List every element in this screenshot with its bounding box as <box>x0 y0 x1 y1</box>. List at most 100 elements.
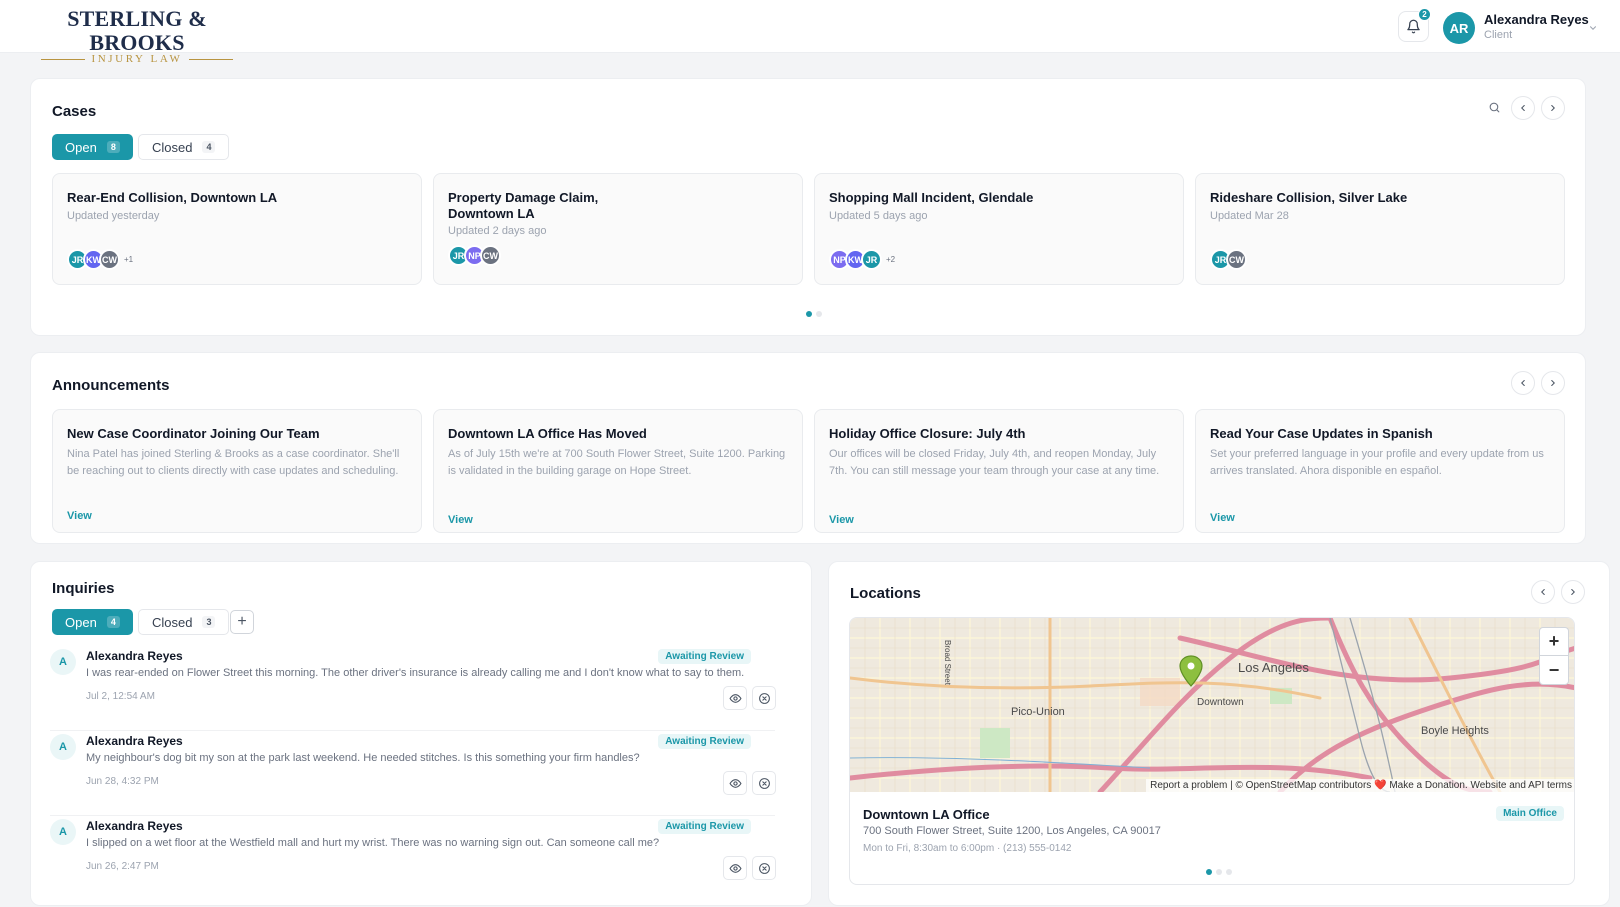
map-label-street: Broad Street <box>943 640 952 685</box>
close-circle-icon <box>758 692 770 704</box>
user-avatar[interactable]: AR <box>1443 12 1475 44</box>
pagination-dot[interactable] <box>816 311 822 317</box>
pagination-dot[interactable] <box>1216 869 1222 875</box>
close-circle-icon <box>758 862 770 874</box>
announcement-view-link[interactable]: View <box>67 510 92 522</box>
announcement-body: Nina Patel has joined Sterling & Brooks … <box>67 448 400 477</box>
logo-tagline: INJURY LAW <box>24 53 250 65</box>
announcements-title: Announcements <box>52 377 170 394</box>
tab-count: 4 <box>202 141 216 153</box>
cases-next-button[interactable] <box>1541 96 1565 120</box>
map-zoom-controls: + − <box>1539 627 1569 685</box>
inquiry-message: I was rear-ended on Flower Street this m… <box>86 667 745 679</box>
tab-label: Closed <box>152 614 193 630</box>
office-hours: Mon to Fri, 8:30am to 6:00pm · (213) 555… <box>863 843 1072 854</box>
announcements-prev-button[interactable] <box>1511 371 1535 395</box>
tab-open-cases[interactable]: Open 8 <box>52 134 133 160</box>
inquiry-item[interactable]: A Alexandra Reyes Awaiting Review My nei… <box>50 734 776 816</box>
announcement-title: Downtown LA Office Has Moved <box>448 426 647 441</box>
inquiry-item[interactable]: A Alexandra Reyes Awaiting Review I slip… <box>50 819 776 901</box>
case-card[interactable]: Property Damage Claim, Downtown LA Updat… <box>433 173 803 285</box>
user-name[interactable]: Alexandra Reyes <box>1484 12 1589 27</box>
avatar: CW <box>480 245 501 266</box>
announcement-view-link[interactable]: View <box>448 514 473 526</box>
close-inquiry-button[interactable] <box>752 771 776 795</box>
case-title: Rear-End Collision, Downtown LA <box>67 190 278 205</box>
add-inquiry-button[interactable]: + <box>230 610 254 634</box>
logo-rule <box>41 58 86 60</box>
view-inquiry-button[interactable] <box>723 771 747 795</box>
office-address: 700 South Flower Street, Suite 1200, Los… <box>863 825 1161 837</box>
case-card[interactable]: Shopping Mall Incident, Glendale Updated… <box>814 173 1184 285</box>
tab-closed-inquiries[interactable]: Closed 3 <box>138 609 230 635</box>
case-updated: Updated 2 days ago <box>448 225 547 237</box>
tab-closed-cases[interactable]: Closed 4 <box>138 134 230 160</box>
announcement-body: Our offices will be closed Friday, July … <box>829 448 1160 477</box>
inquiry-timestamp: Jul 2, 12:54 AM <box>86 691 155 702</box>
status-badge: Awaiting Review <box>658 734 751 749</box>
inquiry-item[interactable]: A Alexandra Reyes Awaiting Review I was … <box>50 649 776 731</box>
locations-pagination-dots <box>1206 869 1232 875</box>
search-icon[interactable] <box>1488 101 1501 114</box>
map-label-boyle-heights: Boyle Heights <box>1421 725 1489 737</box>
chevron-right-icon <box>1571 588 1575 596</box>
zoom-in-button[interactable]: + <box>1540 628 1568 656</box>
zoom-out-button[interactable]: − <box>1540 656 1568 684</box>
case-updated: Updated Mar 28 <box>1210 210 1289 222</box>
announcement-card[interactable]: Read Your Case Updates in Spanish Set yo… <box>1195 409 1565 533</box>
inquiry-avatar: A <box>50 819 76 845</box>
case-card[interactable]: Rideshare Collision, Silver Lake Updated… <box>1195 173 1565 285</box>
pagination-dot[interactable] <box>1226 869 1232 875</box>
close-inquiry-button[interactable] <box>752 686 776 710</box>
announcement-card[interactable]: Downtown LA Office Has Moved As of July … <box>433 409 803 533</box>
case-team-avatars: JR KW CW +1 <box>67 249 133 270</box>
announcement-body: Set your preferred language in your prof… <box>1210 448 1544 477</box>
inquiry-author: Alexandra Reyes <box>86 819 183 833</box>
locations-next-button[interactable] <box>1561 580 1585 604</box>
inquiry-avatar: A <box>50 649 76 675</box>
office-name: Downtown LA Office <box>863 807 990 822</box>
status-badge: Awaiting Review <box>658 819 751 834</box>
eye-icon <box>728 778 742 788</box>
notification-count-badge: 2 <box>1418 8 1431 21</box>
view-inquiry-button[interactable] <box>723 856 747 880</box>
office-map[interactable]: Los Angeles Downtown Pico-Union Boyle He… <box>850 618 1574 792</box>
announcements-next-button[interactable] <box>1541 371 1565 395</box>
avatar: CW <box>99 249 120 270</box>
tab-label: Closed <box>152 139 193 155</box>
tab-label: Open <box>65 139 97 155</box>
cases-pagination-dots <box>806 311 822 317</box>
inquiry-avatar: A <box>50 734 76 760</box>
close-inquiry-button[interactable] <box>752 856 776 880</box>
announcement-card[interactable]: New Case Coordinator Joining Our Team Ni… <box>52 409 422 533</box>
inquiry-timestamp: Jun 26, 2:47 PM <box>86 861 159 872</box>
announcement-title: New Case Coordinator Joining Our Team <box>67 426 320 441</box>
office-badge: Main Office <box>1496 806 1564 821</box>
case-card[interactable]: Rear-End Collision, Downtown LA Updated … <box>52 173 422 285</box>
locations-prev-button[interactable] <box>1531 580 1555 604</box>
map-attribution[interactable]: Report a problem | © OpenStreetMap contr… <box>1146 779 1574 792</box>
logo-rule <box>188 58 233 60</box>
chevron-down-icon[interactable] <box>1588 20 1598 38</box>
pagination-dot[interactable] <box>806 311 812 317</box>
logo-subtitle: INJURY LAW <box>91 53 183 65</box>
pagination-dot[interactable] <box>1206 869 1212 875</box>
view-inquiry-button[interactable] <box>723 686 747 710</box>
case-team-avatars: JR NP CW <box>448 245 501 266</box>
inquiry-author: Alexandra Reyes <box>86 734 183 748</box>
locations-title: Locations <box>850 585 921 602</box>
tab-open-inquiries[interactable]: Open 4 <box>52 609 133 635</box>
cases-panel: Cases Open 8 Closed 4 Rear-End Collision… <box>30 78 1586 336</box>
announcement-title: Read Your Case Updates in Spanish <box>1210 426 1433 441</box>
avatar: JR <box>861 249 882 270</box>
cases-prev-button[interactable] <box>1511 96 1535 120</box>
announcement-body: As of July 15th we're at 700 South Flowe… <box>448 448 786 477</box>
chevron-left-icon <box>1521 379 1525 387</box>
case-updated: Updated 5 days ago <box>829 210 928 222</box>
location-card[interactable]: Los Angeles Downtown Pico-Union Boyle He… <box>849 617 1575 885</box>
announcement-view-link[interactable]: View <box>829 514 854 526</box>
announcement-view-link[interactable]: View <box>1210 512 1235 524</box>
announcement-card[interactable]: Holiday Office Closure: July 4th Our off… <box>814 409 1184 533</box>
map-label-los-angeles: Los Angeles <box>1238 660 1309 675</box>
firm-logo[interactable]: STERLING & BROOKS INJURY LAW <box>24 7 250 65</box>
